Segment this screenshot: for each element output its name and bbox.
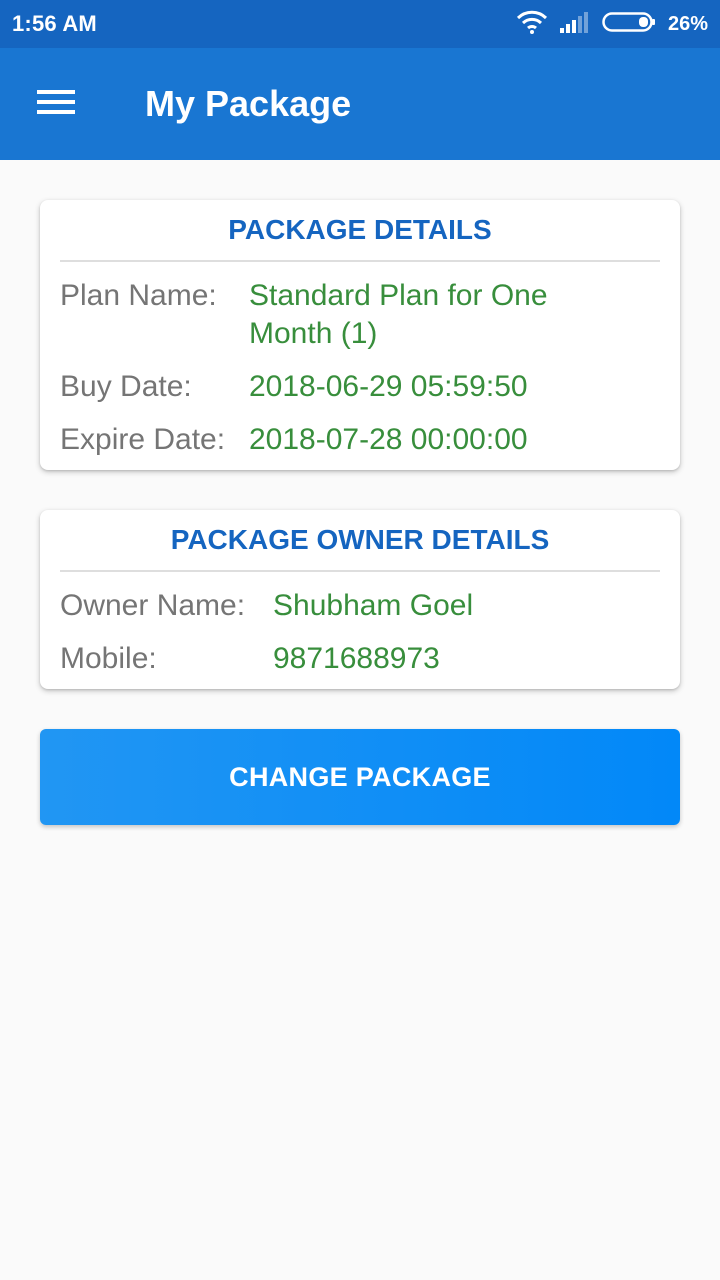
menu-icon (37, 88, 75, 121)
mobile-value: 9871688973 (273, 642, 440, 675)
expire-date-row: Expire Date: 2018-07-28 00:00:00 (60, 421, 660, 459)
owner-details-card: PACKAGE OWNER DETAILS Owner Name: Shubha… (40, 510, 680, 689)
mobile-label: Mobile: (60, 642, 157, 675)
expire-date-value: 2018-07-28 00:00:00 (249, 423, 528, 456)
plan-name-line-2: Month (1) (249, 317, 378, 350)
owner-name-row: Owner Name: Shubham Goel (60, 587, 660, 625)
package-details-card: PACKAGE DETAILS Plan Name: Standard Plan… (40, 200, 680, 470)
plan-name-line-1: Standard Plan for One (249, 279, 548, 312)
status-bar: 1:56 AM 26% (0, 0, 720, 48)
buy-date-value: 2018-06-29 05:59:50 (249, 370, 528, 403)
app-bar: My Package (0, 48, 720, 160)
menu-button[interactable] (0, 48, 112, 160)
owner-name-value: Shubham Goel (273, 589, 474, 622)
plan-name-row: Plan Name: Standard Plan for One Month (… (60, 277, 660, 353)
owner-details-heading: PACKAGE OWNER DETAILS (60, 510, 660, 572)
battery-icon (602, 10, 656, 39)
signal-icon (559, 11, 590, 38)
buy-date-row: Buy Date: 2018-06-29 05:59:50 (60, 368, 660, 406)
package-details-heading: PACKAGE DETAILS (60, 200, 660, 262)
status-icons: 26% (516, 10, 708, 39)
wifi-icon (516, 10, 548, 39)
mobile-row: Mobile: 9871688973 (60, 640, 660, 678)
status-time: 1:56 AM (12, 11, 97, 36)
battery-percent: 26% (667, 12, 708, 35)
plan-name-value: Standard Plan for One Month (1) (249, 277, 548, 353)
page-title: My Package (145, 83, 352, 124)
plan-name-label: Plan Name: (60, 279, 217, 312)
expire-date-label: Expire Date: (60, 423, 226, 456)
owner-name-label: Owner Name: (60, 589, 246, 622)
buy-date-label: Buy Date: (60, 370, 192, 403)
change-package-button[interactable]: CHANGE PACKAGE (40, 729, 680, 825)
